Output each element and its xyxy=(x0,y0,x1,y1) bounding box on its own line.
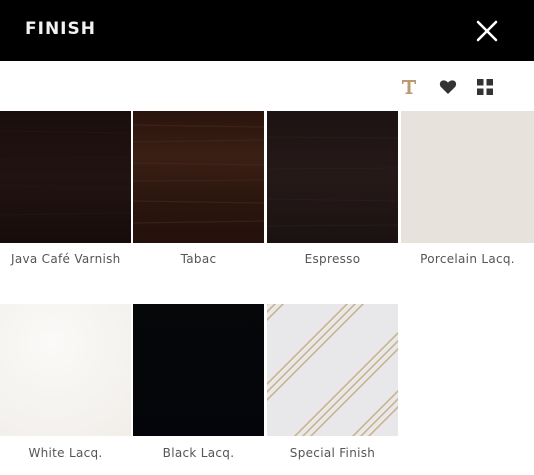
grid-view-button[interactable] xyxy=(475,77,495,97)
swatch-label-white-lacq: White Lacq. xyxy=(28,446,103,460)
swatch-label-black-lacq: Black Lacq. xyxy=(162,446,235,460)
favorites-button[interactable] xyxy=(438,77,458,97)
swatch-tabac[interactable] xyxy=(133,111,264,243)
page-title: FINISH xyxy=(25,19,96,39)
swatch-label-porcelain-lacq: Porcelain Lacq. xyxy=(420,252,515,266)
close-icon xyxy=(476,20,498,42)
swatch-label-espresso: Espresso xyxy=(304,252,361,266)
swatch-java-cafe-varnish[interactable] xyxy=(0,111,131,243)
view-toolbar xyxy=(0,61,534,111)
close-button[interactable] xyxy=(474,18,500,44)
swatch-black-lacq[interactable] xyxy=(133,304,264,436)
swatch-label-special-finish: Special Finish xyxy=(289,446,376,460)
heart-icon xyxy=(439,80,457,94)
swatch-porcelain-lacq[interactable] xyxy=(401,111,534,243)
swatch-label-java-cafe-varnish: Java Café Varnish xyxy=(11,252,121,266)
finish-header: FINISH xyxy=(0,0,534,61)
text-t-icon xyxy=(402,80,416,94)
swatch-white-lacq[interactable] xyxy=(0,304,131,436)
text-view-button[interactable] xyxy=(399,77,419,97)
swatch-espresso[interactable] xyxy=(267,111,398,243)
swatch-special-finish[interactable] xyxy=(267,304,398,436)
grid-view-icon xyxy=(477,79,493,95)
swatch-label-tabac: Tabac xyxy=(180,252,217,266)
